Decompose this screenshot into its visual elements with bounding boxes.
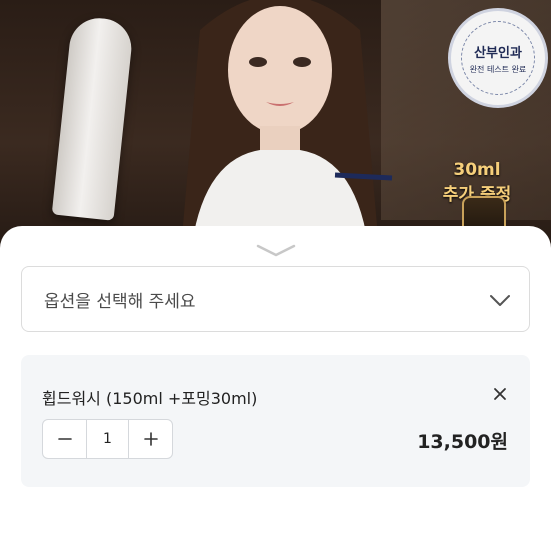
remove-option-button[interactable] xyxy=(488,382,512,406)
option-price: 13,500원 xyxy=(417,431,508,453)
chevron-down-icon[interactable] xyxy=(254,242,298,258)
product-bottle xyxy=(51,15,135,221)
quantity-value[interactable]: 1 xyxy=(86,420,129,458)
close-icon xyxy=(494,388,506,400)
badge-title: 산부인과 xyxy=(474,45,522,61)
certification-badge: 산부인과 완전 테스트 완료 xyxy=(448,8,548,108)
chevron-down-icon xyxy=(490,295,510,306)
minus-icon xyxy=(57,438,72,440)
badge-subtitle: 완전 테스트 완료 xyxy=(469,64,527,74)
promo-line1: 30ml xyxy=(453,160,501,180)
selected-option-card: 휩드워시 (150ml +포밍30ml) 1 13,500원 xyxy=(21,355,530,487)
option-name: 휩드워시 (150ml +포밍30ml) xyxy=(42,389,258,408)
quantity-stepper: 1 xyxy=(42,419,173,459)
decrement-button[interactable] xyxy=(43,420,86,458)
promo-banner: 산부인과 완전 테스트 완료 30ml 추가 증정 xyxy=(0,0,551,260)
plus-icon xyxy=(143,432,158,446)
option-select-placeholder: 옵션을 선택해 주세요 xyxy=(44,292,196,312)
model-image xyxy=(180,0,393,260)
increment-button[interactable] xyxy=(129,420,172,458)
option-select[interactable]: 옵션을 선택해 주세요 xyxy=(21,266,530,332)
